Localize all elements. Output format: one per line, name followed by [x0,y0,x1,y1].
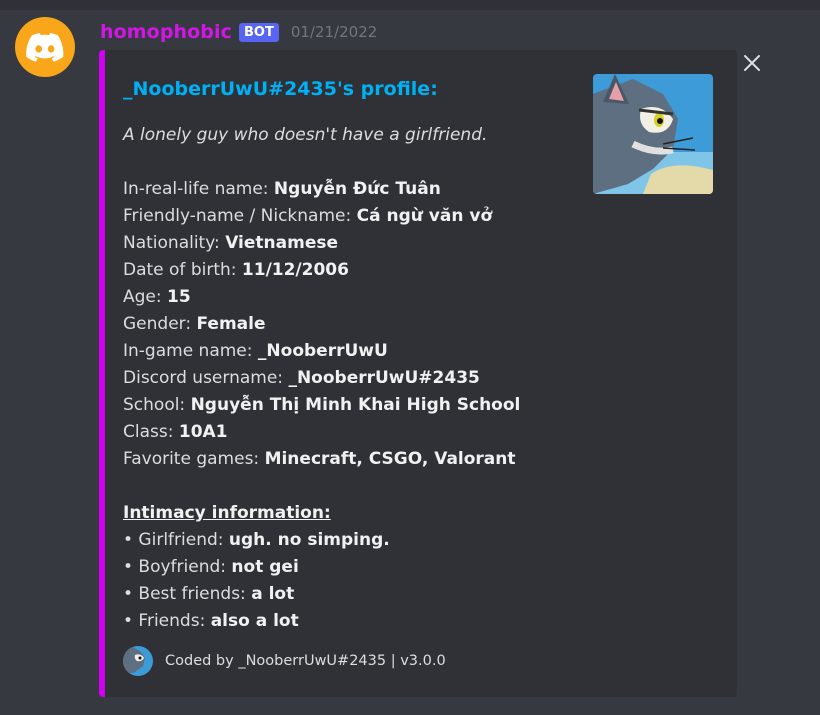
intimacy-friends: • Friends: also a lot [123,611,299,631]
author-name[interactable]: homophobic [100,21,232,43]
embed-subtitle: A lonely guy who doesn't have a girlfrie… [123,125,488,145]
embed-footer: Coded by _NooberrUwU#2435 | v3.0.0 [123,646,446,676]
profile-embed: _NooberrUwU#2435's profile: A lonely guy… [99,50,737,697]
message-timestamp: 01/21/2022 [290,23,378,41]
close-icon[interactable] [740,51,764,75]
field-class: Class: 10A1 [123,422,228,442]
field-school: School: Nguyễn Thị Minh Khai High School [123,395,521,415]
message-header: homophobic BOT 01/21/2022 [100,18,377,46]
discord-logo-icon [26,33,64,62]
field-gender: Gender: Female [123,314,266,334]
field-nickname: Friendly-name / Nickname: Cá ngừ văn vở [123,206,493,226]
bot-avatar[interactable] [15,17,75,77]
footer-text: Coded by _NooberrUwU#2435 | v3.0.0 [165,653,446,669]
intimacy-best-friends: • Best friends: a lot [123,584,295,604]
field-ingame-name: In-game name: _NooberrUwU [123,341,388,361]
intimacy-heading: Intimacy information: [123,503,331,523]
embed-description: A lonely guy who doesn't have a girlfrie… [123,122,573,635]
top-bar [0,0,820,10]
tom-cat-thumbnail[interactable] [593,74,713,194]
field-favorite-games: Favorite games: Minecraft, CSGO, Valoran… [123,449,516,469]
field-dob: Date of birth: 11/12/2006 [123,260,349,280]
tom-cat-footer-icon [123,646,153,676]
embed-title[interactable]: _NooberrUwU#2435's profile: [123,78,438,100]
bot-tag: BOT [239,22,279,42]
field-age: Age: 15 [123,287,191,307]
field-irl-name: In-real-life name: Nguyễn Đức Tuân [123,179,441,199]
intimacy-boyfriend: • Boyfriend: not gei [123,557,299,577]
field-discord-username: Discord username: _NooberrUwU#2435 [123,368,480,388]
intimacy-girlfriend: • Girlfriend: ugh. no simping. [123,530,390,550]
embed-accent-bar [99,50,105,697]
field-nationality: Nationality: Vietnamese [123,233,338,253]
